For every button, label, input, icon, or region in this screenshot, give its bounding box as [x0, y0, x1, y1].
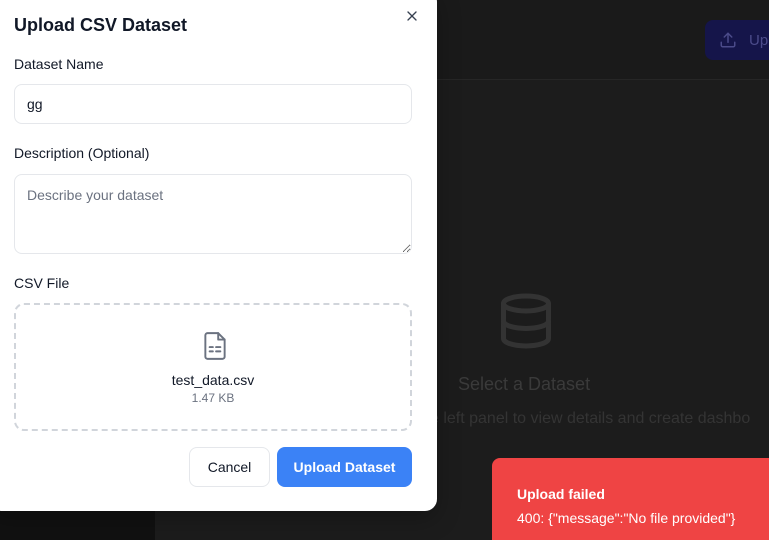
dataset-name-label: Dataset Name	[14, 56, 104, 72]
empty-state-title: Select a Dataset	[458, 374, 591, 394]
file-spreadsheet-icon	[204, 332, 226, 360]
header-upload-button[interactable]: Up	[705, 20, 769, 60]
upload-dataset-modal: Upload CSV Dataset Dataset Name Descript…	[0, 0, 437, 511]
upload-icon	[720, 32, 736, 48]
empty-state-subtitle: e left panel to view details and create …	[430, 410, 751, 427]
header-upload-button-label: Up	[749, 31, 769, 49]
error-toast[interactable]: Upload failed 400: {"message":"No file p…	[492, 458, 769, 540]
toast-message: 400: {"message":"No file provided"}	[517, 510, 736, 526]
description-label: Description (Optional)	[14, 145, 150, 161]
modal-title: Upload CSV Dataset	[14, 15, 188, 35]
upload-dataset-button[interactable]: Upload Dataset	[277, 447, 412, 487]
selected-file-size: 1.47 KB	[191, 391, 235, 405]
description-textarea[interactable]	[14, 174, 412, 254]
cancel-button[interactable]: Cancel	[189, 447, 270, 487]
dataset-name-input[interactable]	[14, 84, 412, 124]
csv-file-label: CSV File	[14, 275, 70, 291]
selected-file-name: test_data.csv	[171, 372, 255, 388]
close-icon[interactable]	[404, 8, 420, 24]
toast-title: Upload failed	[517, 486, 605, 502]
database-icon	[501, 293, 551, 349]
csv-dropzone[interactable]: test_data.csv 1.47 KB	[14, 303, 412, 431]
